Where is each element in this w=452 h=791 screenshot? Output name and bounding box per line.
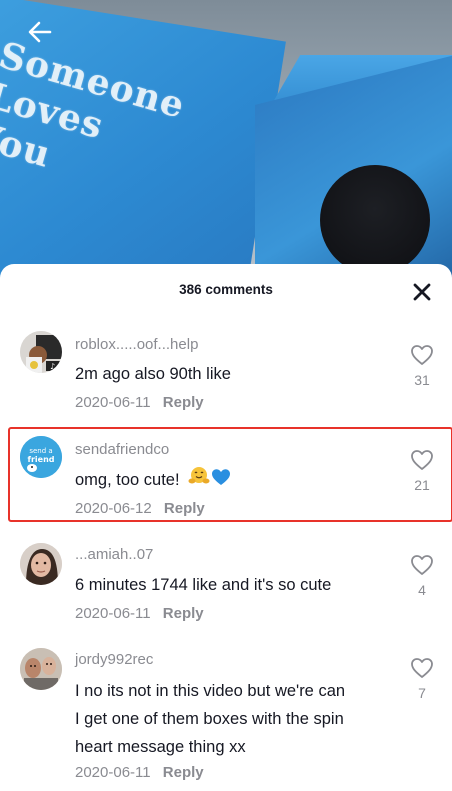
comment-username[interactable]: jordy992rec (75, 651, 153, 668)
comment-text-line: I get one of them boxes with the spin (75, 710, 344, 728)
comments-count: 386 comments (179, 282, 273, 297)
blue-heart-emoji (211, 467, 231, 495)
back-button[interactable] (22, 14, 58, 50)
comment-date: 2020-06-11 (75, 394, 151, 411)
avatar[interactable]: ♪ (20, 331, 62, 373)
like-count: 21 (414, 477, 430, 493)
avatar[interactable] (20, 543, 62, 585)
like-count: 4 (418, 582, 426, 598)
comment-date: 2020-06-11 (75, 764, 151, 781)
avatar-text: friend (27, 455, 54, 464)
comment-username[interactable]: roblox.....oof...help (75, 336, 198, 353)
dark-shape (320, 165, 430, 275)
like-count: 7 (418, 685, 426, 701)
comment-date: 2020-06-11 (75, 605, 151, 622)
comment-text-row: omg, too cute! (75, 466, 395, 495)
comment-date: 2020-06-12 (75, 500, 152, 517)
hugging-face-emoji (188, 466, 210, 495)
comment-meta: 2020-06-11 Reply (75, 394, 204, 411)
heart-outline-icon (411, 658, 433, 678)
like-button[interactable]: 21 (406, 449, 438, 493)
comment-text-line: I no its not in this video but we're can (75, 682, 346, 700)
comment-text: I no its not in this video but we're can… (75, 677, 395, 761)
comments-header: 386 comments (0, 264, 452, 316)
avatar[interactable] (20, 648, 62, 690)
like-button[interactable]: 4 (406, 554, 438, 598)
comment-text: 2m ago also 90th like (75, 365, 231, 383)
comment-text: 6 minutes 1744 like and it's so cute (75, 576, 332, 594)
like-count: 31 (414, 372, 430, 388)
like-button[interactable]: 7 (406, 657, 438, 701)
reply-button[interactable]: Reply (164, 500, 205, 517)
avatar[interactable]: send a friend (20, 436, 62, 478)
reply-button[interactable]: Reply (163, 394, 204, 411)
comment-username[interactable]: sendafriendco (75, 441, 169, 458)
back-arrow-icon (28, 21, 52, 43)
close-button[interactable] (408, 278, 436, 306)
reply-button[interactable]: Reply (163, 605, 204, 622)
comment-text: omg, too cute! (75, 471, 180, 489)
comment-meta: 2020-06-11 Reply (75, 764, 204, 781)
comment-username[interactable]: ...amiah..07 (75, 546, 153, 563)
comment-text-line: heart message thing xx (75, 738, 246, 756)
heart-outline-icon (411, 345, 433, 365)
comment-meta: 2020-06-12 Reply (75, 500, 205, 517)
like-button[interactable]: 31 (406, 344, 438, 388)
heart-outline-icon (411, 450, 433, 470)
heart-outline-icon (411, 555, 433, 575)
avatar-text: send a (29, 447, 52, 455)
comment-meta: 2020-06-11 Reply (75, 605, 204, 622)
video-player[interactable]: Someone Loves You (0, 0, 452, 290)
close-icon (413, 283, 431, 301)
reply-button[interactable]: Reply (163, 764, 204, 781)
